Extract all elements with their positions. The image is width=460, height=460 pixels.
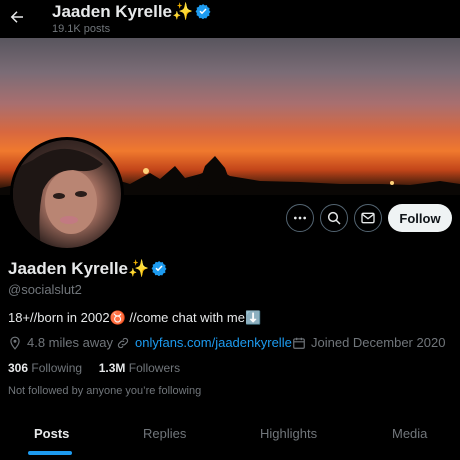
follow-button[interactable]: Follow [388, 204, 452, 232]
header-name: Jaaden Kyrelle✨ [52, 2, 211, 24]
profile-name: Jaaden Kyrelle✨ [8, 259, 167, 281]
search-icon [327, 211, 341, 225]
profile-bio: 18+//born in 2002♉ //come chat with me⬇️ [8, 310, 261, 326]
follow-counts: 306 Following 1.3M Followers [8, 361, 180, 375]
message-button[interactable] [354, 204, 382, 232]
following-count: 306 [8, 361, 29, 375]
back-arrow-icon[interactable] [8, 8, 26, 26]
following-label: Following [31, 361, 83, 375]
joined-item: Joined December 2020 [292, 335, 445, 350]
more-dots-icon [294, 216, 306, 220]
profile-name-text: Jaaden Kyrelle [8, 259, 129, 278]
down-arrow-emoji: ⬇️ [244, 310, 262, 325]
header-name-text: Jaaden Kyrelle [52, 2, 173, 21]
followed-by-text: Not followed by anyone you’re following [8, 385, 202, 397]
location-text: 4.8 miles away [27, 335, 113, 350]
active-tab-indicator [28, 451, 72, 455]
sparkle-emoji: ✨ [172, 2, 194, 21]
bio-text-2: //come chat with me [125, 310, 245, 325]
following-link[interactable]: 306 Following [8, 361, 82, 375]
location-item: 4.8 miles away [8, 335, 113, 350]
profile-link-item[interactable]: onlyfans.com/jaadenkyrelle [116, 335, 292, 350]
joined-text: Joined December 2020 [311, 335, 446, 350]
followers-link[interactable]: 1.3M Followers [99, 361, 180, 375]
followers-count: 1.3M [98, 361, 126, 375]
taurus-emoji: ♉ [109, 310, 126, 325]
avatar[interactable] [10, 137, 124, 251]
header-post-count: 19.1K posts [52, 23, 111, 35]
link-icon [117, 337, 129, 348]
tab-highlights[interactable]: Highlights [260, 426, 317, 441]
tab-replies[interactable]: Replies [143, 426, 186, 441]
profile-tabs: Posts Replies Highlights Media [0, 416, 460, 460]
bio-text-1: 18+//born in 2002 [8, 310, 110, 325]
profile-handle: @socialslut2 [8, 282, 82, 297]
profile-link[interactable]: onlyfans.com/jaadenkyrelle [135, 335, 292, 350]
search-button[interactable] [320, 204, 348, 232]
tab-media[interactable]: Media [392, 426, 427, 441]
mail-icon [361, 212, 375, 224]
profile-sparkle-emoji: ✨ [128, 259, 150, 278]
verified-badge-icon [195, 3, 211, 24]
more-options-button[interactable] [286, 204, 314, 232]
profile-verified-icon [151, 260, 167, 281]
tab-posts[interactable]: Posts [34, 426, 69, 441]
followers-label: Followers [128, 361, 181, 375]
top-bar: Jaaden Kyrelle✨ 19.1K posts [0, 0, 460, 38]
location-pin-icon [10, 336, 20, 350]
calendar-icon [293, 337, 305, 349]
